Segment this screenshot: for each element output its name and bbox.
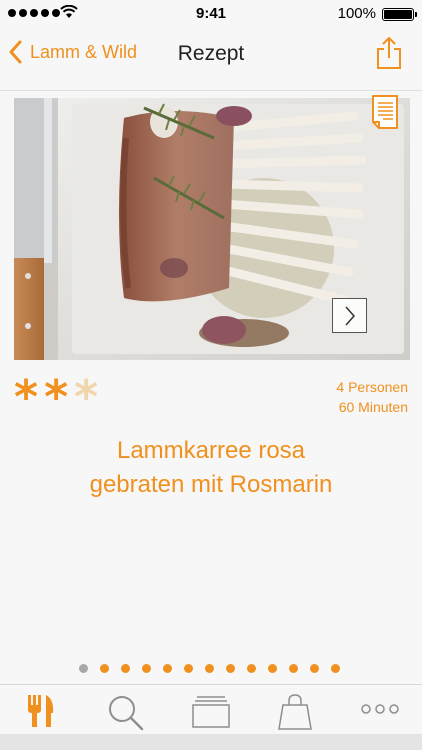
battery-percentage: 100% [337,5,376,22]
more-icon[interactable] [360,703,400,715]
page-dot[interactable] [184,664,193,673]
recipe-meta: 4 Personen 60 Minuten [336,377,408,417]
page-dot[interactable] [331,664,340,673]
page-dot[interactable] [142,664,151,673]
recipe-title: Lammkarree rosa gebraten mit Rosmarin [30,434,392,502]
star-filled-icon: * [14,370,39,424]
back-button-label: Lamm & Wild [30,41,138,62]
notes-icon[interactable] [371,94,399,130]
nav-divider [0,90,422,91]
status-bar: 9:41 100% [0,0,422,28]
shopping-bag-icon[interactable] [277,693,313,731]
share-icon[interactable] [376,36,402,70]
page-dot[interactable] [79,664,88,673]
page-dot[interactable] [268,664,277,673]
star-empty-icon: * [74,370,99,424]
bottom-strip [0,734,422,750]
servings-label: 4 Personen [336,379,408,395]
battery-icon [382,8,417,21]
folder-stack-icon[interactable] [191,693,231,729]
chevron-left-icon [9,40,22,64]
page-dot[interactable] [121,664,130,673]
page-indicator [79,664,340,673]
page-dot[interactable] [100,664,109,673]
duration-label: 60 Minuten [338,399,408,415]
back-button[interactable]: Lamm & Wild [8,40,137,64]
star-filled-icon: * [44,370,69,424]
fork-knife-icon[interactable] [24,693,56,729]
page-dot[interactable] [247,664,256,673]
recipe-title-line-2: gebraten mit Rosmarin [89,471,333,498]
page-dot[interactable] [163,664,172,673]
rating: * * * [14,374,98,420]
search-icon[interactable] [106,693,146,731]
chevron-right-icon [344,306,355,325]
page-dot[interactable] [205,664,214,673]
page-dot[interactable] [289,664,298,673]
recipe-title-line-1: Lammkarree rosa [116,437,306,464]
tab-bar [0,684,422,734]
page-dot[interactable] [226,664,235,673]
navigation-bar: Lamm & Wild Rezept [0,28,422,84]
next-image-button[interactable] [332,298,367,333]
page-dot[interactable] [310,664,319,673]
